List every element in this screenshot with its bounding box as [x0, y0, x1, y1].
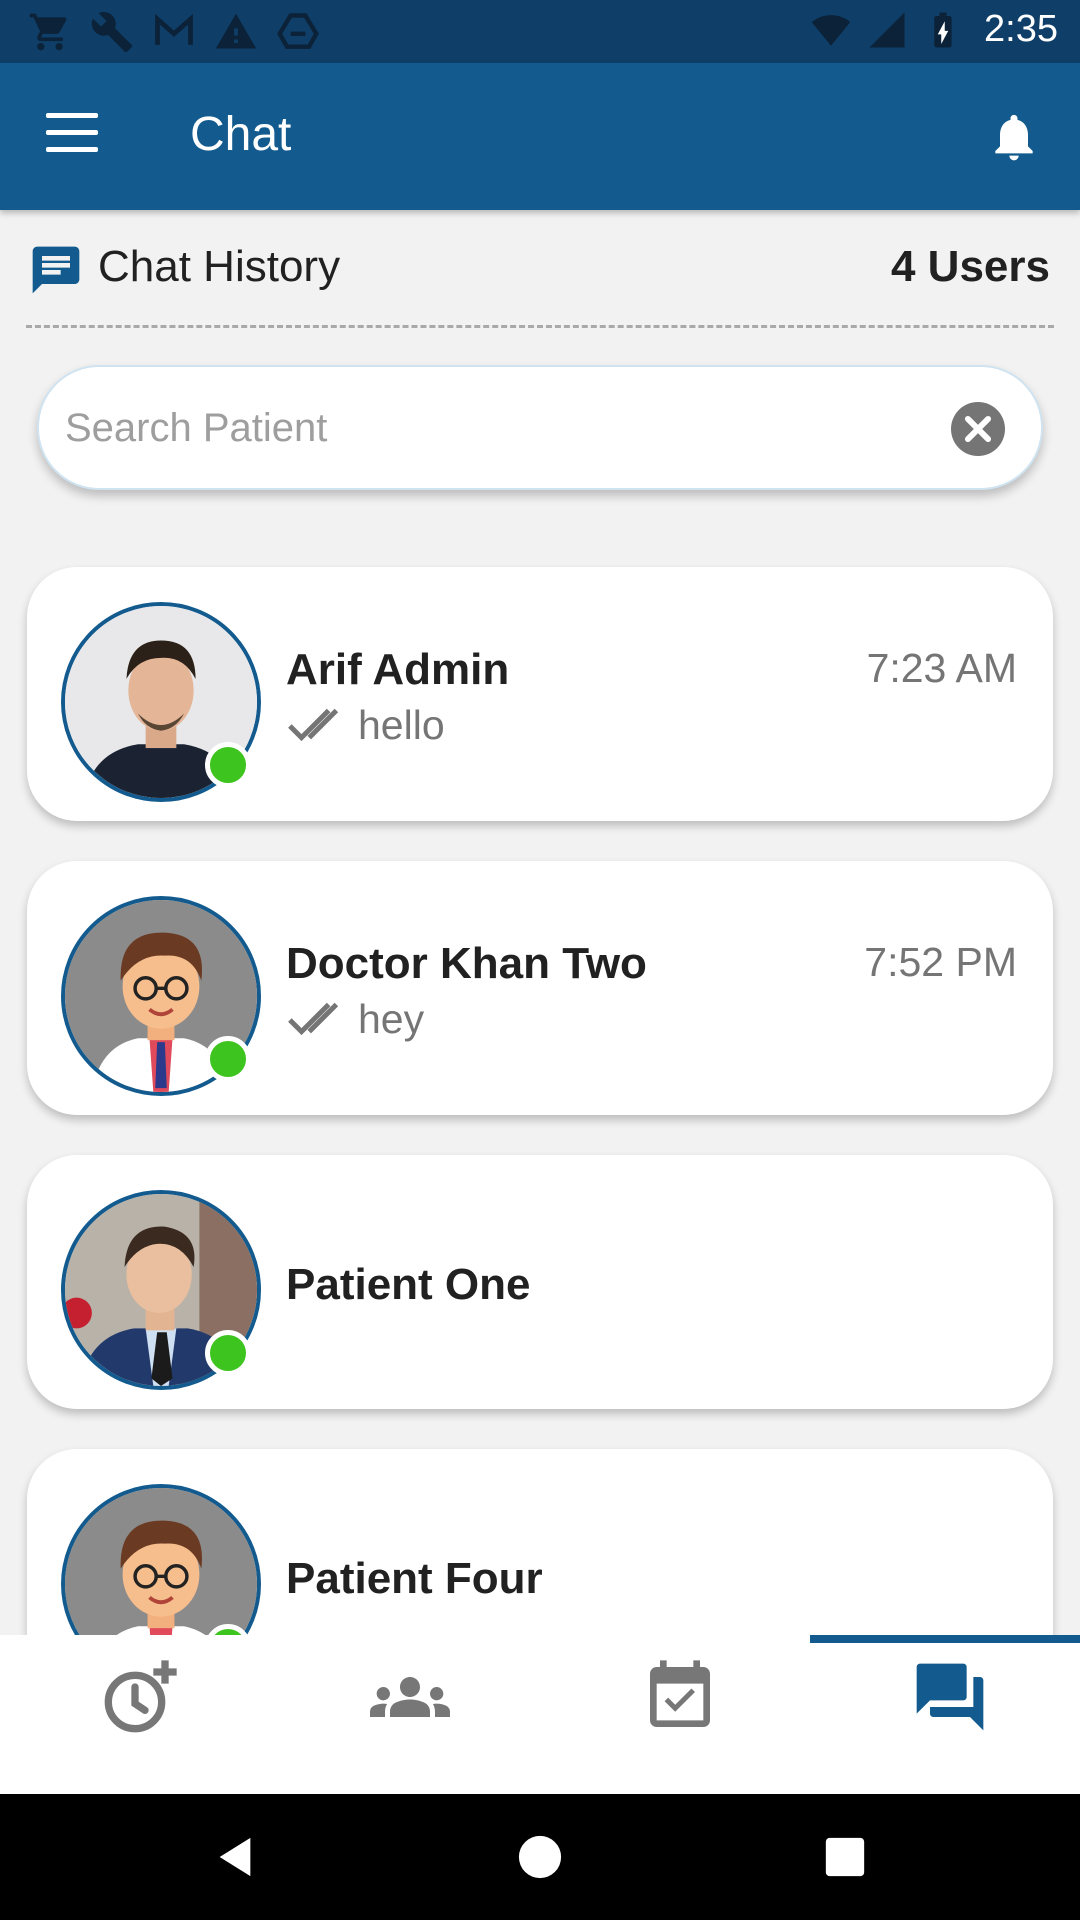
contact-name: Patient One [286, 1260, 531, 1309]
group-icon [370, 1677, 450, 1717]
drive-icon [277, 13, 319, 49]
divider [26, 325, 1054, 328]
cart-icon [29, 13, 67, 51]
wifi-icon [811, 14, 851, 46]
active-tab-indicator [810, 1635, 1080, 1643]
nav-schedule[interactable] [0, 1635, 270, 1794]
doctor-avatar [65, 1488, 257, 1635]
chat-history-header: Chat History 4 Users [28, 238, 1052, 298]
notification-icons [28, 10, 320, 54]
schedule-add-icon [104, 1660, 177, 1733]
signal-icon [869, 12, 905, 47]
last-message-text: hey [358, 996, 425, 1042]
message-time: 7:52 PM [864, 939, 1017, 985]
search-input[interactable] [65, 395, 945, 461]
online-indicator [205, 1036, 251, 1082]
chat-bubble-icon [32, 246, 80, 294]
recents-icon[interactable] [822, 1834, 868, 1880]
contact-name: Arif Admin [286, 645, 510, 694]
nav-chat[interactable] [810, 1635, 1080, 1794]
warning-icon [215, 13, 257, 49]
notification-bell-icon[interactable] [986, 107, 1042, 167]
status-bar: 2:35 [0, 0, 1080, 63]
double-check-icon [288, 1002, 339, 1035]
system-nav-bar [0, 1794, 1080, 1920]
chat-history-title: Chat History [98, 242, 341, 291]
wrench-icon [91, 12, 133, 53]
users-count: 4 Users [890, 242, 1050, 291]
last-message: hello [286, 702, 445, 749]
message-time: 7:23 AM [866, 645, 1017, 691]
system-status: 2:35 [810, 8, 1058, 51]
last-message-text: hello [358, 702, 445, 748]
avatar [61, 602, 261, 802]
online-indicator [205, 742, 251, 788]
online-indicator [205, 1330, 251, 1376]
menu-icon[interactable] [46, 113, 98, 157]
chat-item[interactable]: Doctor Khan Two 7:52 PM hey [27, 861, 1053, 1115]
chat-item[interactable]: Arif Admin 7:23 AM hello [27, 567, 1053, 821]
chat-item[interactable]: Patient Four [27, 1449, 1053, 1635]
chat-list: Arif Admin 7:23 AM hello Doctor Khan Two… [0, 565, 1080, 1635]
chat-forum-icon [916, 1663, 984, 1731]
nav-patients[interactable] [270, 1635, 540, 1794]
battery-icon [934, 12, 952, 47]
contact-name: Patient Four [286, 1554, 543, 1603]
avatar [61, 1190, 261, 1390]
gmail-icon [155, 13, 193, 45]
clear-icon[interactable] [951, 402, 1005, 456]
page-title: Chat [190, 108, 292, 161]
home-icon[interactable] [517, 1834, 563, 1880]
clock: 2:35 [984, 8, 1058, 50]
calendar-check-icon [650, 1660, 710, 1727]
avatar [61, 896, 261, 1096]
avatar [61, 1484, 261, 1635]
chat-item[interactable]: Patient One [27, 1155, 1053, 1409]
app-bar: Chat [0, 63, 1080, 210]
bottom-nav [0, 1635, 1080, 1794]
nav-appointments[interactable] [540, 1635, 810, 1794]
double-check-icon [288, 708, 339, 741]
back-icon[interactable] [212, 1834, 258, 1880]
last-message: hey [286, 996, 424, 1043]
contact-name: Doctor Khan Two [286, 939, 647, 988]
search-box [37, 365, 1043, 490]
